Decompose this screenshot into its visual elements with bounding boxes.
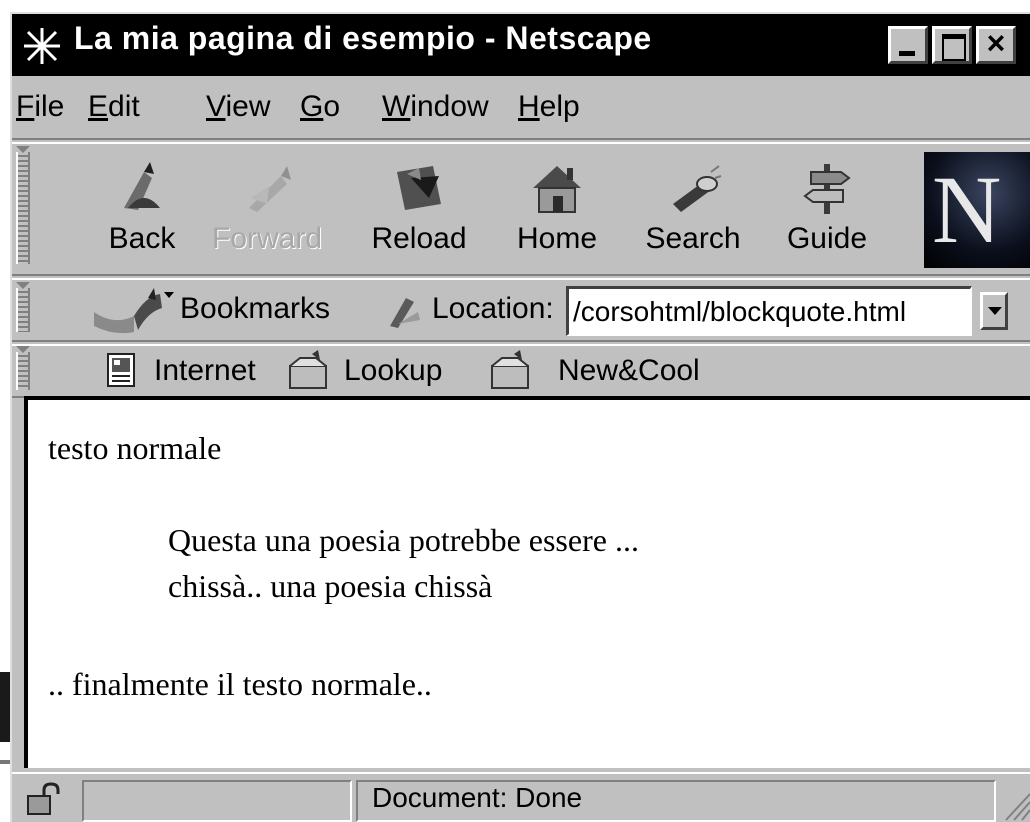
close-icon: × <box>986 25 1006 61</box>
lookup-link[interactable]: Lookup <box>344 354 442 388</box>
location-label: Location: <box>432 292 554 325</box>
security-lock-icon[interactable] <box>24 782 64 818</box>
toolbar-grip[interactable] <box>16 146 30 264</box>
menu-help[interactable]: Help <box>518 90 580 124</box>
blockquote-line-2: chissà.. una poesia chissà <box>168 568 493 604</box>
title-bar[interactable]: La mia pagina di esempio - Netscape × <box>12 14 1030 76</box>
netscape-throbber-logo[interactable]: N <box>924 152 1030 268</box>
menu-view[interactable]: View <box>206 90 270 124</box>
status-text: Document: Done <box>372 782 583 813</box>
guide-signpost-icon <box>803 164 851 214</box>
reload-button[interactable]: Reload <box>364 144 474 274</box>
search-flashlight-icon <box>673 165 722 212</box>
menu-go[interactable]: Go <box>300 90 340 124</box>
location-url-input[interactable] <box>566 286 972 336</box>
netscape-app-icon[interactable] <box>22 26 62 66</box>
status-bar: Document: Done <box>12 772 1030 822</box>
home-icon <box>533 166 581 213</box>
menu-bar: File Edit View Go Window Help <box>12 76 1030 140</box>
page-content[interactable]: testo normale Questa una poesia potrebbe… <box>24 396 1030 768</box>
location-dropdown-button[interactable] <box>980 292 1008 330</box>
closing-text-line: .. finalmente il testo normale.. <box>48 666 432 702</box>
window-title: La mia pagina di esempio - Netscape <box>74 20 652 56</box>
reload-icon <box>397 166 441 210</box>
normal-text-line: testo normale <box>48 430 222 466</box>
menu-file[interactable]: File <box>16 90 64 124</box>
background-window-edge <box>0 672 10 742</box>
internet-link[interactable]: Internet <box>154 354 256 388</box>
guide-button[interactable]: Guide <box>782 144 872 274</box>
close-button[interactable]: × <box>976 25 1016 64</box>
navigation-toolbar: Back Forward Reload Home Search Guide N <box>12 142 1030 276</box>
blockquote-line-1: Questa una poesia potrebbe essere ... <box>168 522 639 558</box>
new-cool-folder-icon <box>491 350 529 389</box>
toolbar-grip[interactable] <box>16 346 30 390</box>
minimize-button[interactable] <box>888 26 928 64</box>
menu-edit[interactable]: Edit <box>88 90 140 124</box>
forward-arrow-icon <box>249 166 291 212</box>
status-progress-cell <box>82 780 352 822</box>
personal-toolbar: Internet Lookup New&Cool <box>12 344 1030 398</box>
home-button[interactable]: Home <box>512 144 602 274</box>
maximize-button[interactable] <box>932 26 972 64</box>
bookmarks-button[interactable]: Bookmarks <box>180 292 330 326</box>
back-arrow-icon <box>124 162 160 210</box>
forward-button[interactable]: Forward <box>212 144 322 274</box>
menu-window[interactable]: Window <box>382 90 489 124</box>
background-window-line <box>0 760 10 764</box>
bookmarks-book-icon[interactable] <box>90 286 176 336</box>
lookup-folder-icon <box>289 350 327 389</box>
back-button[interactable]: Back <box>102 144 182 274</box>
browser-window: La mia pagina di esempio - Netscape × Fi… <box>10 12 1030 822</box>
location-toolbar: Bookmarks Location: <box>12 278 1030 342</box>
new-cool-link[interactable]: New&Cool <box>558 354 700 388</box>
location-page-proxy-icon[interactable] <box>384 294 424 330</box>
toolbar-grip[interactable] <box>16 282 30 332</box>
search-button[interactable]: Search <box>638 144 748 274</box>
resize-grip-icon[interactable] <box>1002 788 1030 822</box>
internet-page-icon <box>107 353 135 387</box>
